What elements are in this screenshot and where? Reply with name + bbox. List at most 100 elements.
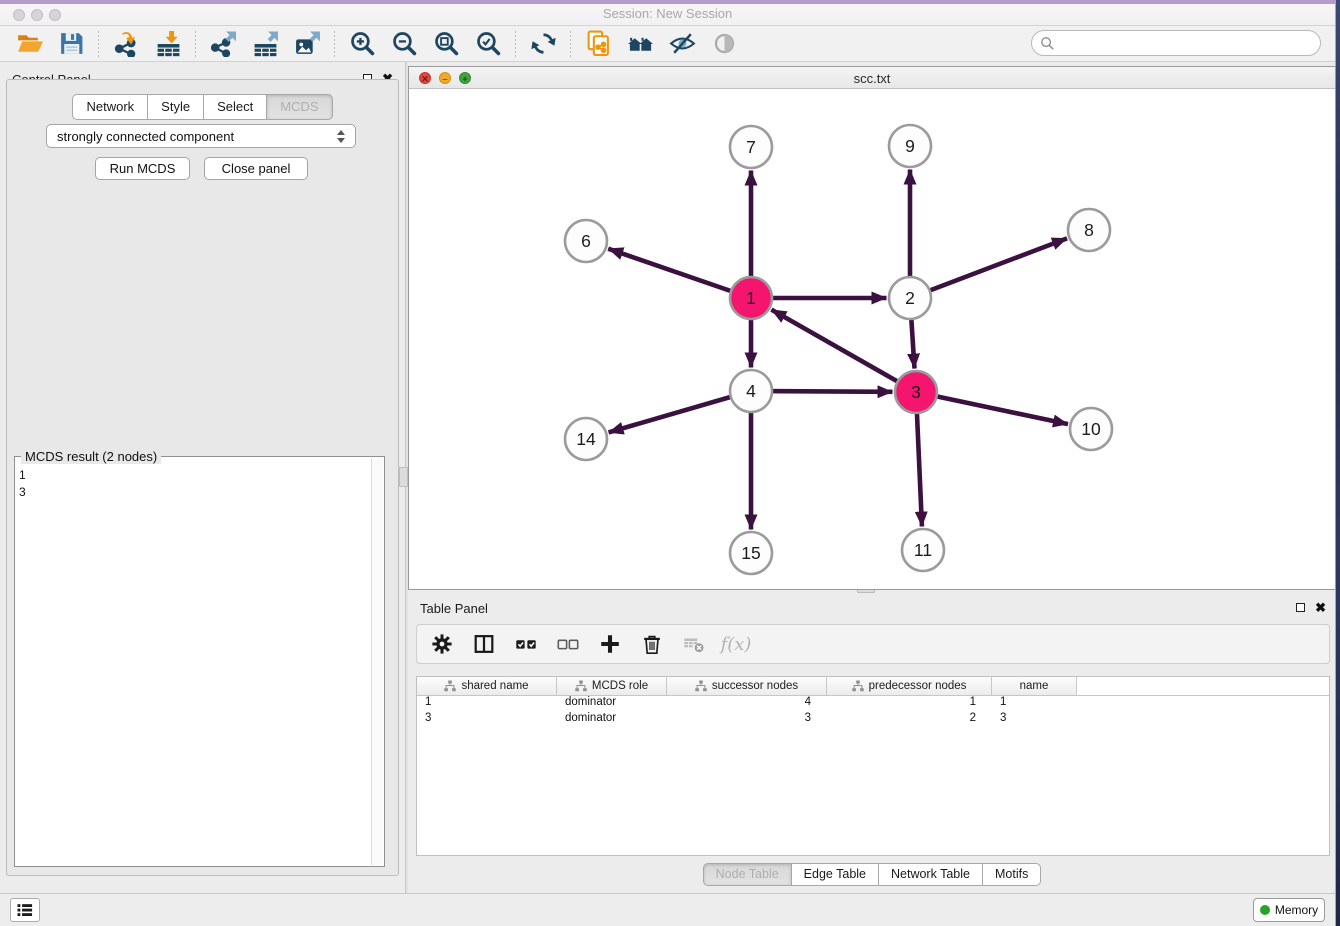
column-label: name: [1020, 680, 1049, 692]
table-toolbar: f(x): [416, 624, 1330, 664]
memory-status-icon: [1260, 905, 1270, 915]
table-cell[interactable]: 1: [827, 696, 992, 712]
toolbar-separator: [195, 31, 196, 57]
session-title: Session: New Session: [0, 6, 1335, 21]
add-column-icon[interactable]: [597, 631, 623, 657]
table-cell[interactable]: 1: [417, 696, 557, 712]
tab-network[interactable]: Network: [72, 94, 148, 120]
tab-style[interactable]: Style: [147, 94, 204, 120]
delete-table-icon: [681, 631, 707, 657]
import-network-icon[interactable]: [111, 29, 141, 59]
table-cell[interactable]: dominator: [557, 696, 667, 712]
columns-icon[interactable]: [471, 631, 497, 657]
graph-node-label: 15: [741, 543, 760, 563]
tab-select[interactable]: Select: [203, 94, 267, 120]
dropdown-stepper-icon: [337, 130, 345, 143]
table-panel-title: Table Panel: [420, 601, 488, 616]
fx-icon: f(x): [723, 631, 749, 657]
table-tab-edge-table[interactable]: Edge Table: [791, 863, 879, 886]
table-cell[interactable]: 3: [417, 712, 557, 728]
table-cell[interactable]: 2: [827, 712, 992, 728]
network-window-title: scc.txt: [409, 71, 1335, 86]
save-session-icon[interactable]: [56, 29, 86, 59]
gear-icon[interactable]: [429, 631, 455, 657]
column-header-MCDS-role[interactable]: MCDS role: [557, 677, 667, 695]
control-panel-tabs: NetworkStyleSelectMCDS: [0, 94, 405, 120]
table-cell[interactable]: dominator: [557, 712, 667, 728]
result-scrollbar[interactable]: [371, 458, 383, 865]
column-header-name[interactable]: name: [992, 677, 1077, 695]
graph-node-label: 10: [1081, 419, 1101, 439]
search-box[interactable]: [1031, 30, 1321, 56]
column-label: predecessor nodes: [869, 680, 967, 692]
delete-column-icon[interactable]: [639, 631, 665, 657]
zoom-selected-icon[interactable]: [473, 29, 503, 59]
column-label: shared name: [461, 680, 528, 692]
run-mcds-button[interactable]: Run MCDS: [95, 157, 190, 180]
zoom-fit-icon[interactable]: [431, 29, 461, 59]
table-header-row: shared name MCDS role successor nodes prede…: [417, 677, 1329, 696]
export-table-icon[interactable]: [250, 29, 280, 59]
export-image-icon[interactable]: [292, 29, 322, 59]
float-table-panel-icon[interactable]: [1296, 603, 1305, 612]
deselect-all-icon[interactable]: [555, 631, 581, 657]
control-panel: Control Panel ✖ NetworkStyleSelectMCDS O…: [0, 66, 405, 880]
graph-edge-3-10[interactable]: [916, 392, 1068, 424]
search-icon: [1040, 36, 1055, 51]
criterion-dropdown[interactable]: strongly connected component: [46, 124, 356, 148]
open-file-icon[interactable]: [14, 29, 44, 59]
close-table-panel-icon[interactable]: ✖: [1315, 602, 1326, 613]
search-input[interactable]: [1055, 33, 1320, 53]
show-all-icon: [709, 29, 739, 59]
network-graph-canvas[interactable]: 7968124314101511: [409, 89, 1335, 589]
refresh-icon[interactable]: [528, 29, 558, 59]
hide-selected-icon[interactable]: [667, 29, 697, 59]
table-cell[interactable]: 3: [667, 712, 827, 728]
graph-edge-2-8[interactable]: [910, 238, 1067, 298]
clone-network-icon[interactable]: [583, 29, 613, 59]
table-row[interactable]: 3dominator323: [417, 712, 1329, 728]
application-window: Session: New Session Control Panel ✖ Net…: [0, 0, 1336, 926]
toolbar-separator: [98, 31, 99, 57]
table-tab-motifs[interactable]: Motifs: [982, 863, 1041, 886]
column-label: successor nodes: [712, 680, 798, 692]
table-cell[interactable]: 1: [992, 696, 1077, 712]
import-table-icon[interactable]: [153, 29, 183, 59]
graph-edge-1-6[interactable]: [608, 249, 751, 298]
network-window-titlebar[interactable]: ✕ – + scc.txt: [409, 67, 1335, 89]
table-row[interactable]: 1dominator411: [417, 696, 1329, 712]
network-view-window: ✕ – + scc.txt 7968124314101511: [408, 66, 1336, 590]
memory-button[interactable]: Memory: [1253, 898, 1325, 922]
table-cell[interactable]: 4: [667, 696, 827, 712]
tab-mcds[interactable]: MCDS: [266, 94, 332, 120]
column-header-predecessor-nodes[interactable]: predecessor nodes: [827, 677, 992, 695]
mcds-tab-content: Optimization criterion: strongly connect…: [6, 79, 399, 876]
graph-node-label: 11: [914, 540, 932, 560]
graph-node-label: 4: [746, 381, 756, 401]
left-splitter-handle[interactable]: [399, 467, 408, 487]
mcds-result-item: 3: [19, 484, 369, 501]
graph-node-label: 8: [1084, 220, 1094, 240]
graph-node-label: 7: [746, 137, 756, 157]
column-header-shared-name[interactable]: shared name: [417, 677, 557, 695]
table-cell[interactable]: 3: [992, 712, 1077, 728]
table-tab-node-table[interactable]: Node Table: [703, 863, 792, 886]
table-tab-network-table[interactable]: Network Table: [878, 863, 983, 886]
close-panel-button[interactable]: Close panel: [204, 157, 308, 180]
graph-node-label: 9: [905, 136, 915, 156]
graph-edge-3-1[interactable]: [771, 310, 916, 392]
node-table: shared name MCDS role successor nodes prede…: [416, 676, 1330, 856]
zoom-in-icon[interactable]: [347, 29, 377, 59]
mcds-result-box: MCDS result (2 nodes) 13: [14, 456, 385, 867]
desktop-wallpaper-edge: [1336, 0, 1340, 926]
select-all-checks-icon[interactable]: [513, 631, 539, 657]
first-neighbors-icon[interactable]: [625, 29, 655, 59]
task-history-button[interactable]: [10, 898, 40, 922]
zoom-out-icon[interactable]: [389, 29, 419, 59]
sort-hierarchy-icon: [695, 680, 707, 692]
export-network-icon[interactable]: [208, 29, 238, 59]
sort-hierarchy-icon: [852, 680, 864, 692]
graph-node-label: 1: [746, 288, 756, 308]
toolbar-separator: [515, 31, 516, 57]
column-header-successor-nodes[interactable]: successor nodes: [667, 677, 827, 695]
